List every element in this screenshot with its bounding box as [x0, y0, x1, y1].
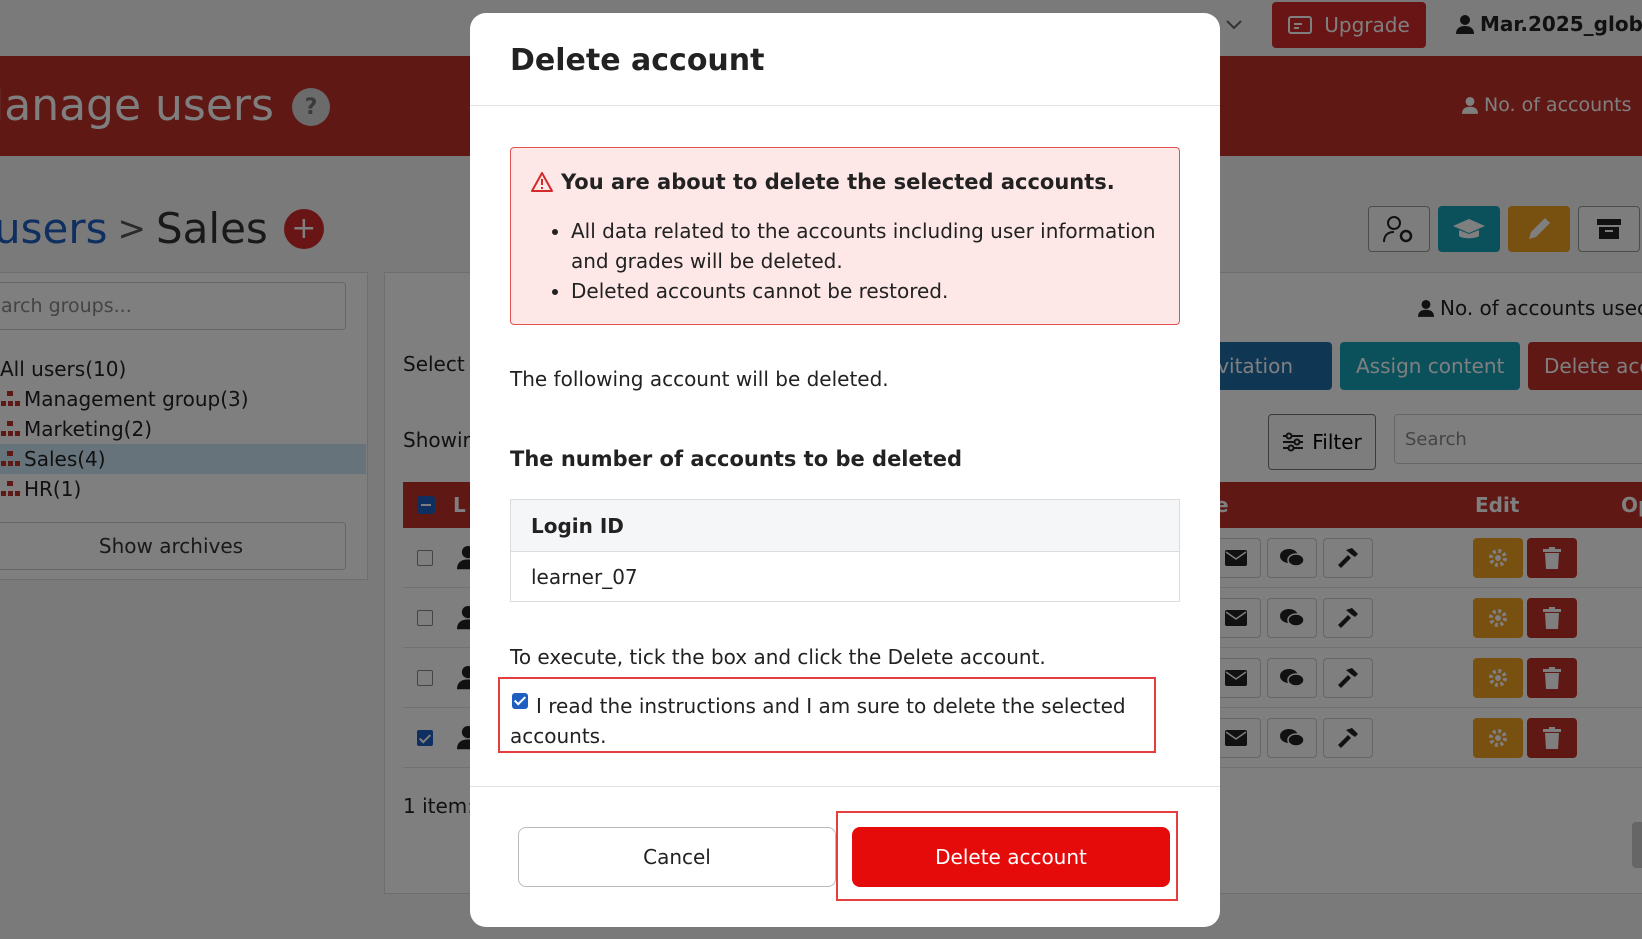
- login-id-table: Login ID learner_07: [510, 499, 1180, 602]
- alert-heading-text: You are about to delete the selected acc…: [561, 170, 1115, 194]
- cancel-button[interactable]: Cancel: [518, 827, 836, 887]
- confirm-label[interactable]: I read the instructions and I am sure to…: [510, 691, 1140, 751]
- instruction-text: To execute, tick the box and click the D…: [510, 645, 1046, 669]
- modal-footer: Cancel Delete account: [470, 786, 1220, 927]
- alert-item: All data related to the accounts includi…: [571, 216, 1171, 276]
- alert-list: All data related to the accounts includi…: [571, 216, 1171, 306]
- confirm-highlight: I read the instructions and I am sure to…: [498, 677, 1156, 753]
- delete-account-modal: Delete account You are about to delete t…: [470, 13, 1220, 927]
- confirm-checkbox[interactable]: [512, 693, 528, 709]
- delete-account-button[interactable]: Delete account: [852, 827, 1170, 887]
- alert-heading: You are about to delete the selected acc…: [531, 170, 1115, 194]
- modal-title: Delete account: [510, 43, 765, 78]
- warning-triangle-icon: [531, 172, 553, 192]
- login-id-cell: learner_07: [531, 564, 638, 589]
- warning-alert: You are about to delete the selected acc…: [510, 147, 1180, 325]
- accounts-count-heading: The number of accounts to be deleted: [510, 447, 963, 471]
- alert-item: Deleted accounts cannot be restored.: [571, 276, 1171, 306]
- login-id-header: Login ID: [510, 499, 1180, 552]
- following-text: The following account will be deleted.: [510, 367, 889, 391]
- table-row: learner_07: [511, 552, 1180, 602]
- modal-header: Delete account: [470, 13, 1220, 106]
